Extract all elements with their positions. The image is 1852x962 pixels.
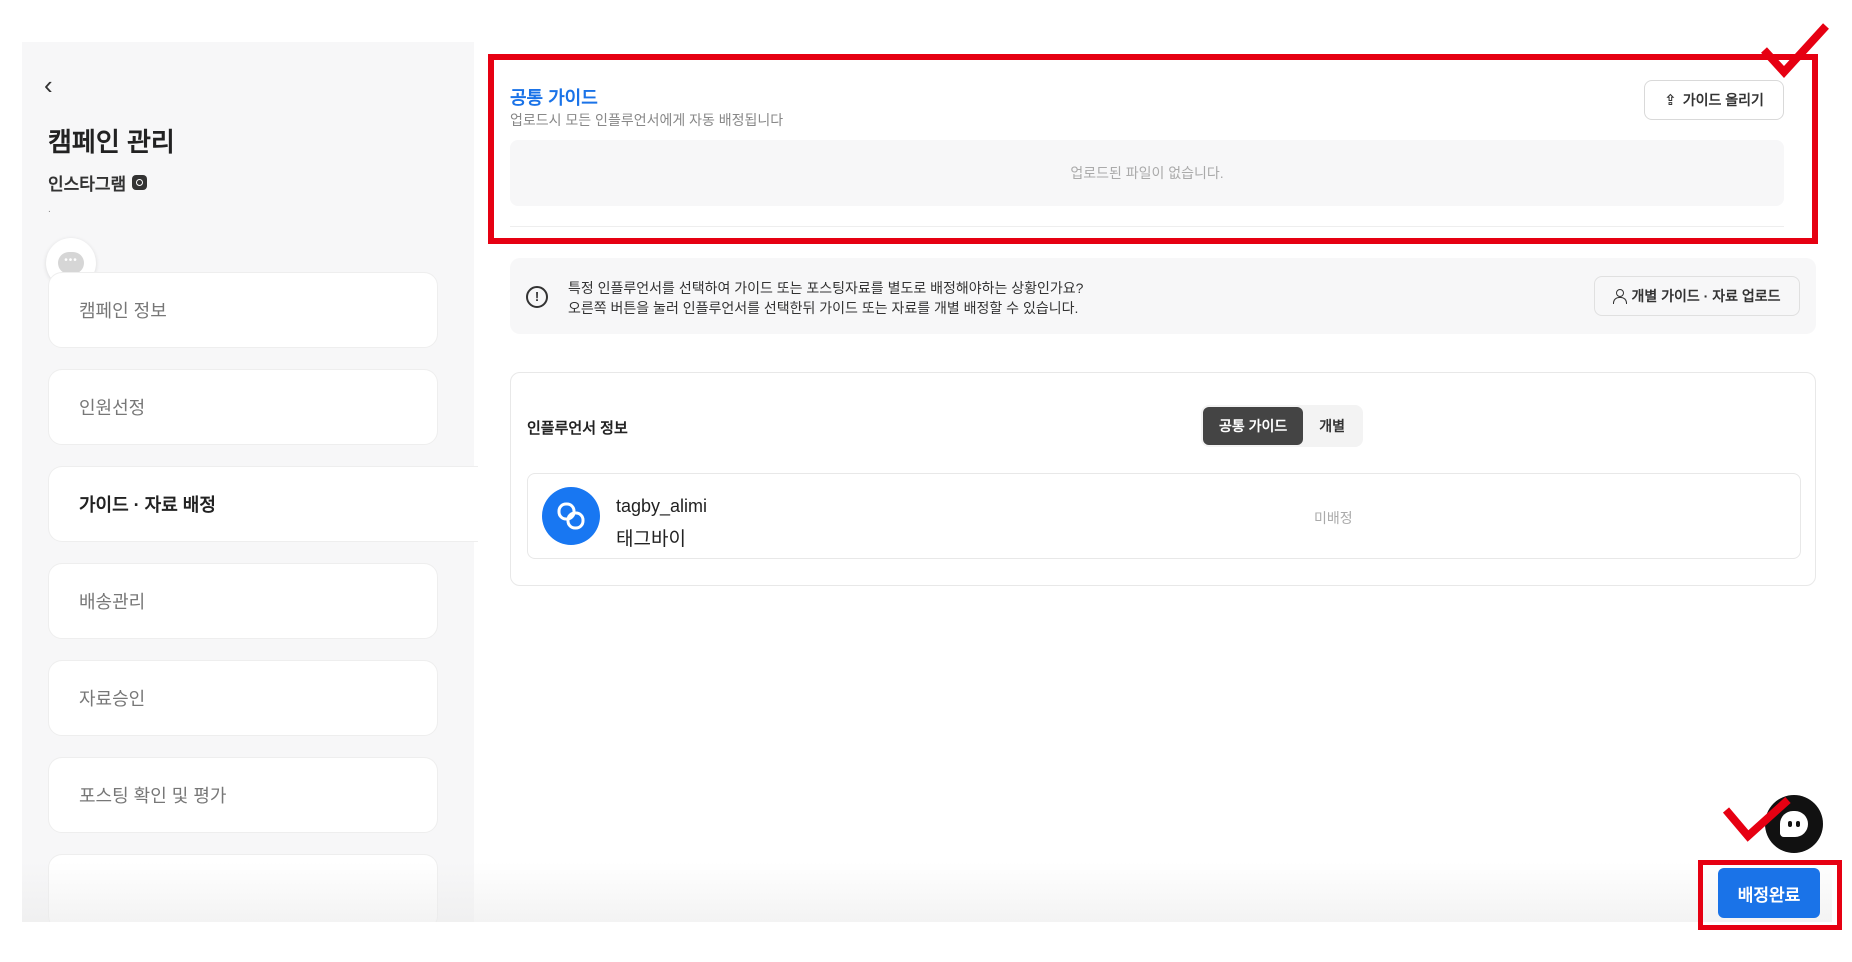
sidebar-item-guide-assign[interactable]: 가이드 · 자료 배정 (48, 466, 478, 542)
guide-type-toggle: 공통 가이드 개별 (1201, 405, 1364, 447)
sidebar-item-shipping[interactable]: 배송관리 (48, 563, 438, 639)
status-badge: 미배정 (1314, 510, 1353, 526)
sidebar-item-label: 인원선정 (79, 398, 146, 418)
link-logo-icon (557, 502, 585, 530)
upload-guide-button[interactable]: ⇪ 가이드 올리기 (1644, 80, 1784, 120)
sidebar-item-label: 배송관리 (79, 592, 146, 612)
bottom-shade (22, 862, 1832, 922)
sidebar: ‹ 캠페인 관리 인스타그램 . ••• 캠페인 정보 인원선정 가이드 · 자… (22, 42, 478, 922)
info-banner: ! 특정 인플루언서를 선택하여 가이드 또는 포스팅자료를 별도로 배정해야하… (510, 258, 1816, 334)
sidebar-item-label: 캠페인 정보 (79, 301, 167, 321)
influencer-panel-title: 인플루언서 정보 (527, 420, 628, 437)
upload-icon: ⇪ (1664, 92, 1677, 109)
sidebar-item-selection[interactable]: 인원선정 (48, 369, 438, 445)
empty-file-text: 업로드된 파일이 없습니다. (1070, 165, 1224, 181)
individual-upload-button[interactable]: 개별 가이드 · 자료 업로드 (1594, 276, 1800, 316)
common-guide-description: 업로드시 모든 인플루언서에게 자동 배정됩니다 (510, 112, 784, 128)
toggle-common-guide[interactable]: 공통 가이드 (1203, 407, 1304, 445)
chevron-left-icon[interactable]: ‹ (44, 72, 70, 98)
common-guide-section: 공통 가이드 업로드시 모든 인플루언서에게 자동 배정됩니다 ⇪ 가이드 올리… (498, 48, 1802, 228)
banner-text-line2: 오른쪽 버튼을 눌러 인플루언서를 선택한뒤 가이드 또는 자료를 개별 배정할… (568, 300, 1079, 316)
sidebar-item-approval[interactable]: 자료승인 (48, 660, 438, 736)
platform-name: 인스타그램 (48, 175, 127, 194)
campaign-subtitle: . (48, 204, 51, 215)
confirm-assign-button[interactable]: 배정완료 (1718, 868, 1820, 918)
influencer-name: 태그바이 (616, 529, 686, 550)
toggle-individual[interactable]: 개별 (1303, 407, 1361, 445)
app-window: ‹ 캠페인 관리 인스타그램 . ••• 캠페인 정보 인원선정 가이드 · 자… (22, 42, 1832, 922)
sidebar-item-label: 자료승인 (79, 689, 146, 709)
table-row[interactable]: tagby_alimi 태그바이 미배정 (527, 473, 1801, 559)
influencer-handle: tagby_alimi (616, 496, 708, 516)
avatar (542, 487, 600, 545)
platform-label: 인스타그램 (48, 170, 148, 195)
divider (510, 226, 1784, 227)
sidebar-item-posting-review[interactable]: 포스팅 확인 및 평가 (48, 757, 438, 833)
individual-upload-label: 개별 가이드 · 자료 업로드 (1631, 288, 1781, 304)
sidebar-item-label: 포스팅 확인 및 평가 (79, 786, 227, 806)
empty-file-area: 업로드된 파일이 없습니다. (510, 140, 1784, 206)
influencer-panel: 인플루언서 정보 공통 가이드 개별 tagby_alimi 태그바이 미배정 (510, 372, 1816, 586)
sidebar-item-label: 가이드 · 자료 배정 (79, 495, 216, 515)
support-chat-icon[interactable] (1765, 795, 1823, 853)
alert-circle-icon: ! (526, 286, 548, 308)
page-title: 캠페인 관리 (48, 127, 175, 157)
main-content: 공통 가이드 업로드시 모든 인플루언서에게 자동 배정됩니다 ⇪ 가이드 올리… (474, 42, 1832, 922)
instagram-icon (132, 175, 148, 190)
upload-guide-label: 가이드 올리기 (1682, 92, 1764, 108)
banner-text-line1: 특정 인플루언서를 선택하여 가이드 또는 포스팅자료를 별도로 배정해야하는 … (568, 280, 1084, 296)
common-guide-title: 공통 가이드 (510, 88, 598, 108)
person-icon (1613, 289, 1628, 304)
sidebar-item-campaign-info[interactable]: 캠페인 정보 (48, 272, 438, 348)
